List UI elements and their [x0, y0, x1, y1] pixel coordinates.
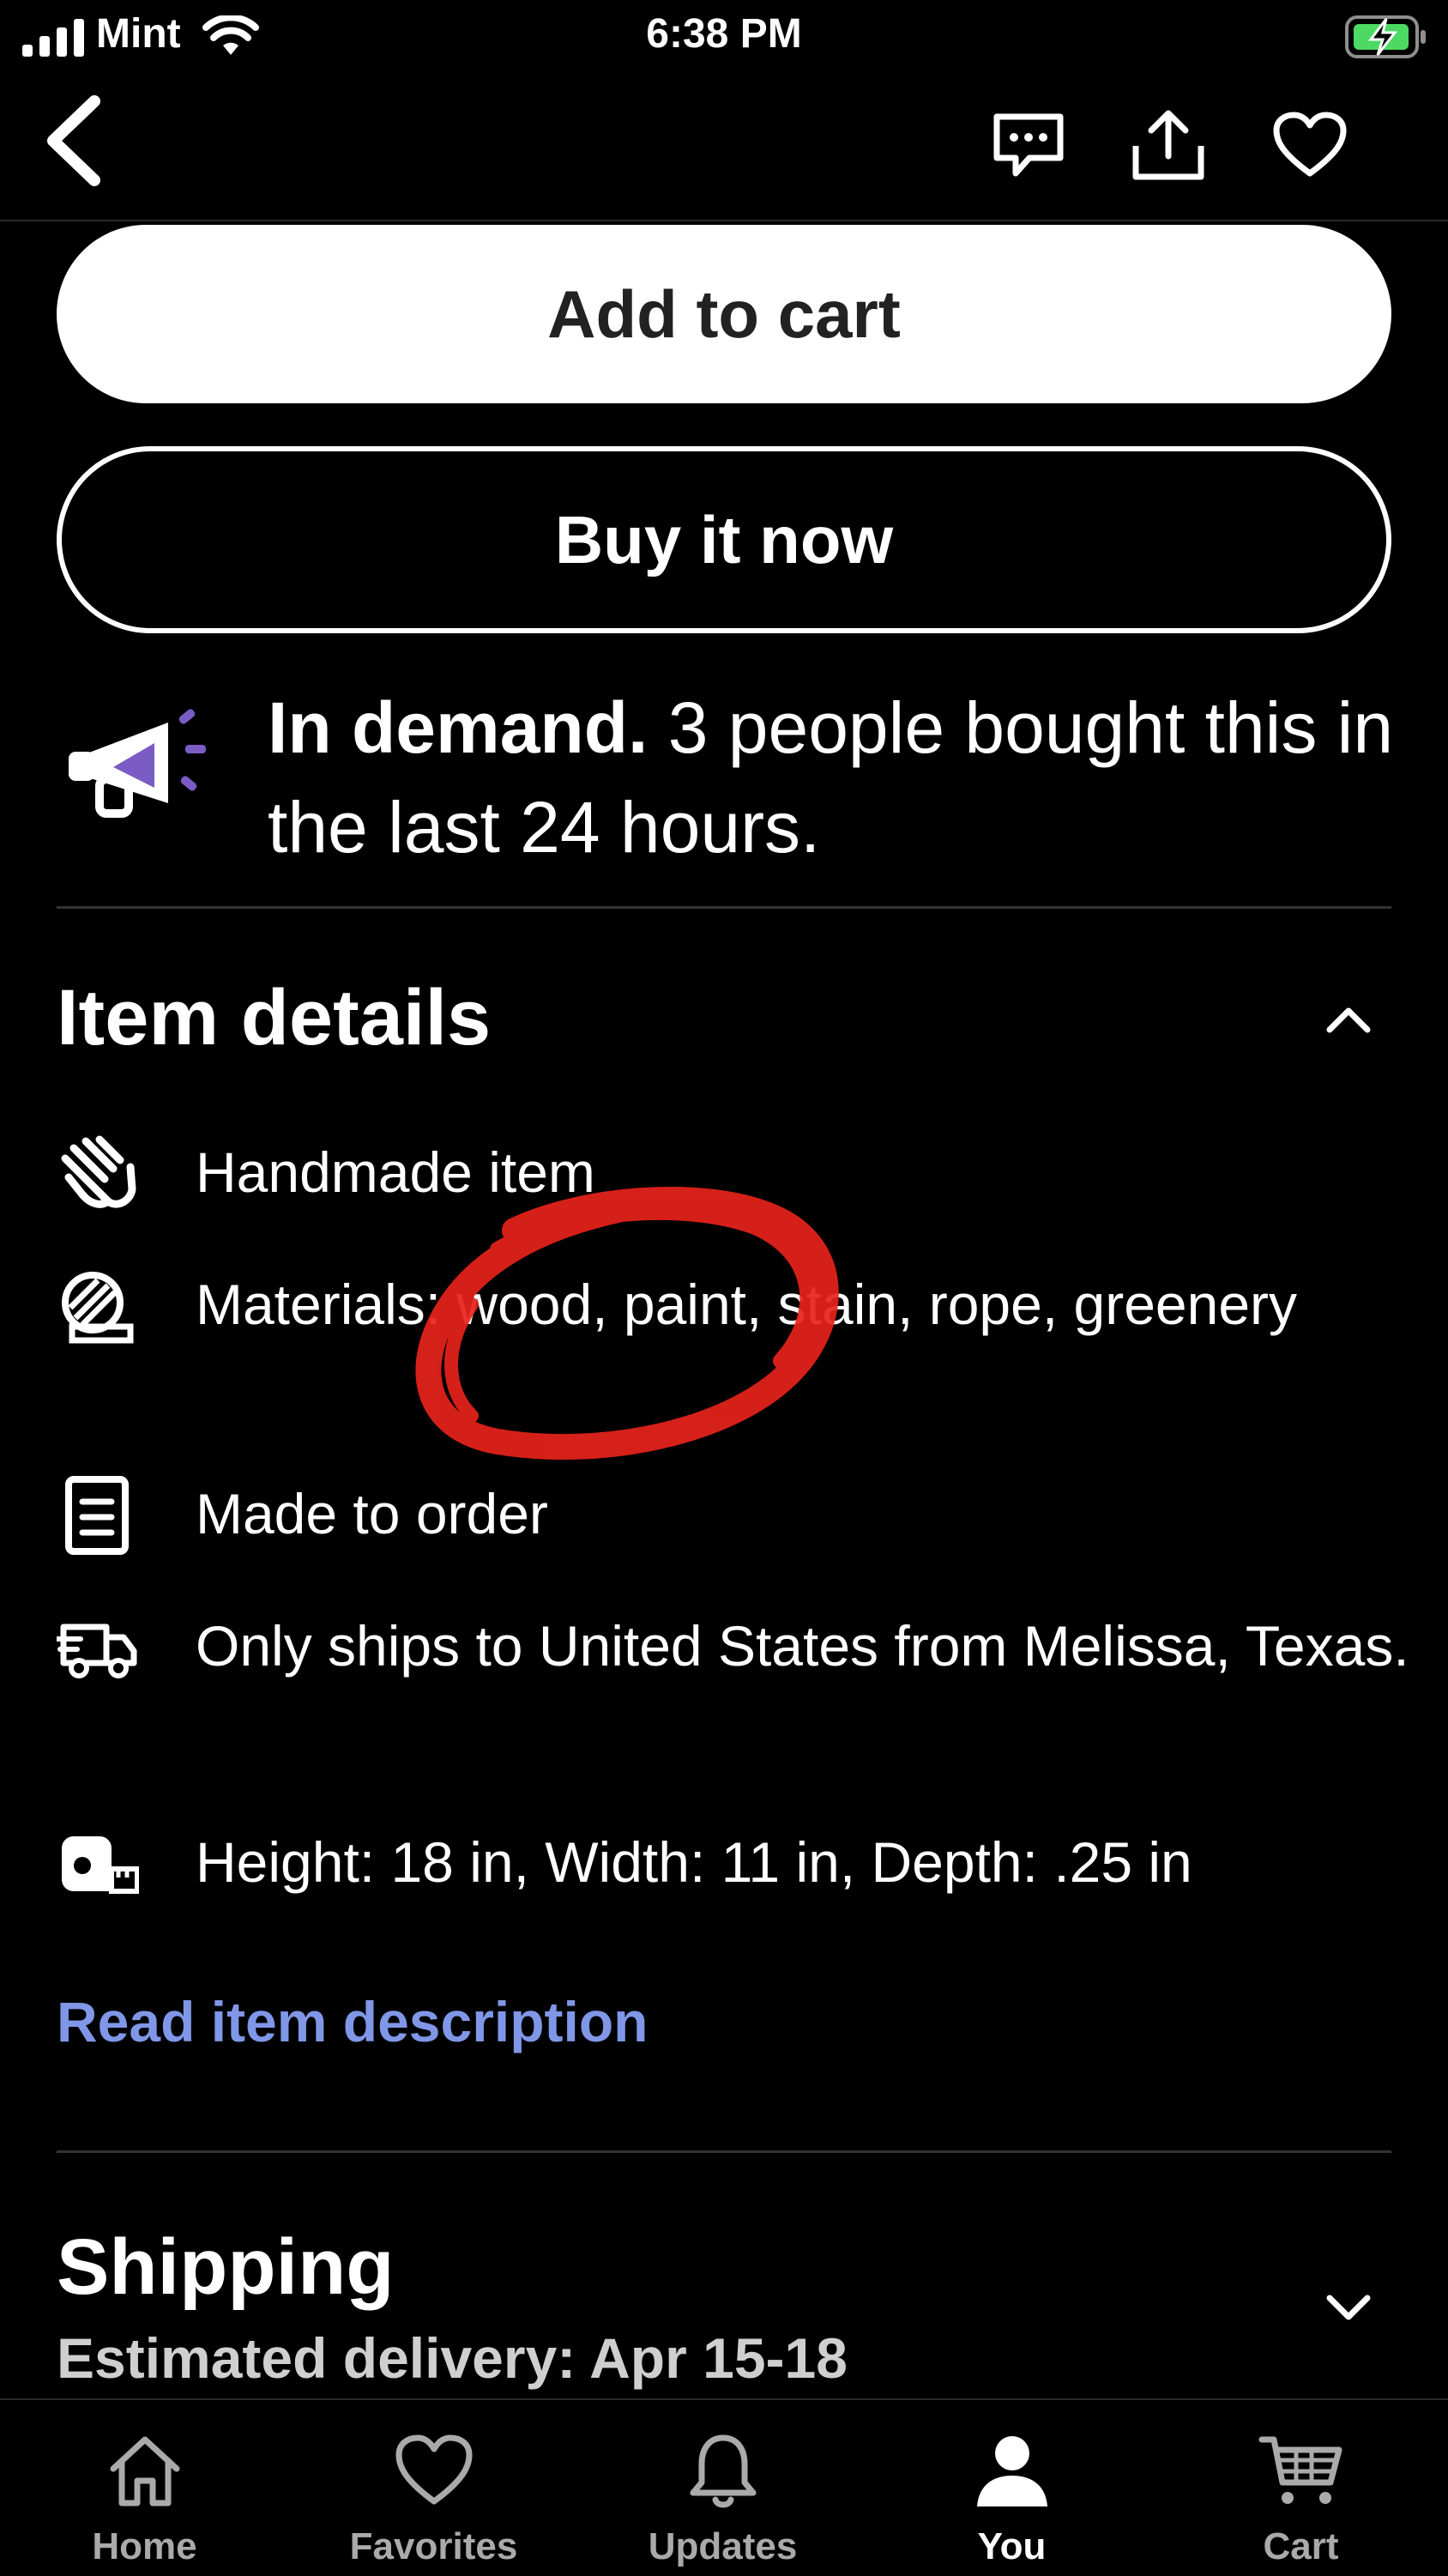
shipping-title: Shipping [57, 2223, 395, 2311]
home-icon [110, 2436, 179, 2506]
hand-icon [61, 1135, 136, 1208]
red-annotation-circle [415, 1187, 839, 1460]
estimated-delivery: Estimated delivery: Apr 15-18 [57, 2326, 848, 2390]
tab-label: Cart [1263, 2525, 1339, 2567]
tape-measure-icon [62, 1836, 139, 1894]
megaphone-icon [69, 709, 206, 818]
divider [57, 906, 1391, 909]
document-icon [65, 1476, 129, 1555]
tab-label: You [977, 2525, 1047, 2567]
bottom-tab-bar: Home Favorites Updates You Cart [0, 2398, 1448, 2574]
detail-text-ships-from: Only ships to United States from Melissa… [196, 1614, 1409, 1678]
detail-row-dimensions: Height: 18 in, Width: 11 in, Depth: .25 … [57, 1823, 1391, 1905]
tab-home[interactable]: Home [0, 2400, 289, 2576]
top-navigation [0, 77, 1448, 221]
item-details-title: Item details [57, 974, 492, 1061]
buy-now-button[interactable]: Buy it now [57, 446, 1391, 633]
tab-you[interactable]: You [867, 2400, 1156, 2576]
read-item-description-link[interactable]: Read item description [57, 1989, 649, 2054]
tab-favorites[interactable]: Favorites [289, 2400, 578, 2576]
cart-icon [1258, 2436, 1342, 2504]
person-icon [976, 2436, 1047, 2506]
detail-text-made-to-order: Made to order [196, 1482, 548, 1545]
tab-label: Home [92, 2525, 197, 2567]
message-icon[interactable] [992, 112, 1065, 180]
detail-row-made-to-order: Made to order [57, 1474, 1391, 1557]
bell-icon [690, 2434, 756, 2508]
tab-updates[interactable]: Updates [578, 2400, 867, 2576]
detail-row-ships-from: Only ships to United States from Melissa… [57, 1606, 1409, 1769]
heart-icon [395, 2434, 472, 2505]
back-icon[interactable] [41, 94, 110, 187]
status-time: 6:38 PM [646, 11, 802, 57]
tab-cart[interactable]: Cart [1156, 2400, 1445, 2576]
in-demand-title: In demand. [268, 687, 649, 768]
share-icon[interactable] [1131, 108, 1206, 182]
tab-label: Favorites [349, 2525, 518, 2567]
divider [57, 2150, 1391, 2153]
shipping-truck-icon [57, 1624, 137, 1678]
materials-icon [62, 1272, 134, 1344]
battery-charging-icon [1345, 15, 1426, 58]
add-to-cart-button[interactable]: Add to cart [57, 225, 1391, 403]
chevron-down-icon[interactable] [1324, 2289, 1373, 2324]
in-demand-message: In demand. 3 people bought this in the l… [268, 678, 1417, 877]
favorite-heart-icon[interactable] [1273, 112, 1347, 178]
status-bar: Mint 6:38 PM [0, 0, 1448, 77]
tab-label: Updates [648, 2525, 798, 2567]
detail-text-dimensions: Height: 18 in, Width: 11 in, Depth: .25 … [196, 1830, 1192, 1894]
chevron-up-icon[interactable] [1324, 1002, 1373, 1037]
